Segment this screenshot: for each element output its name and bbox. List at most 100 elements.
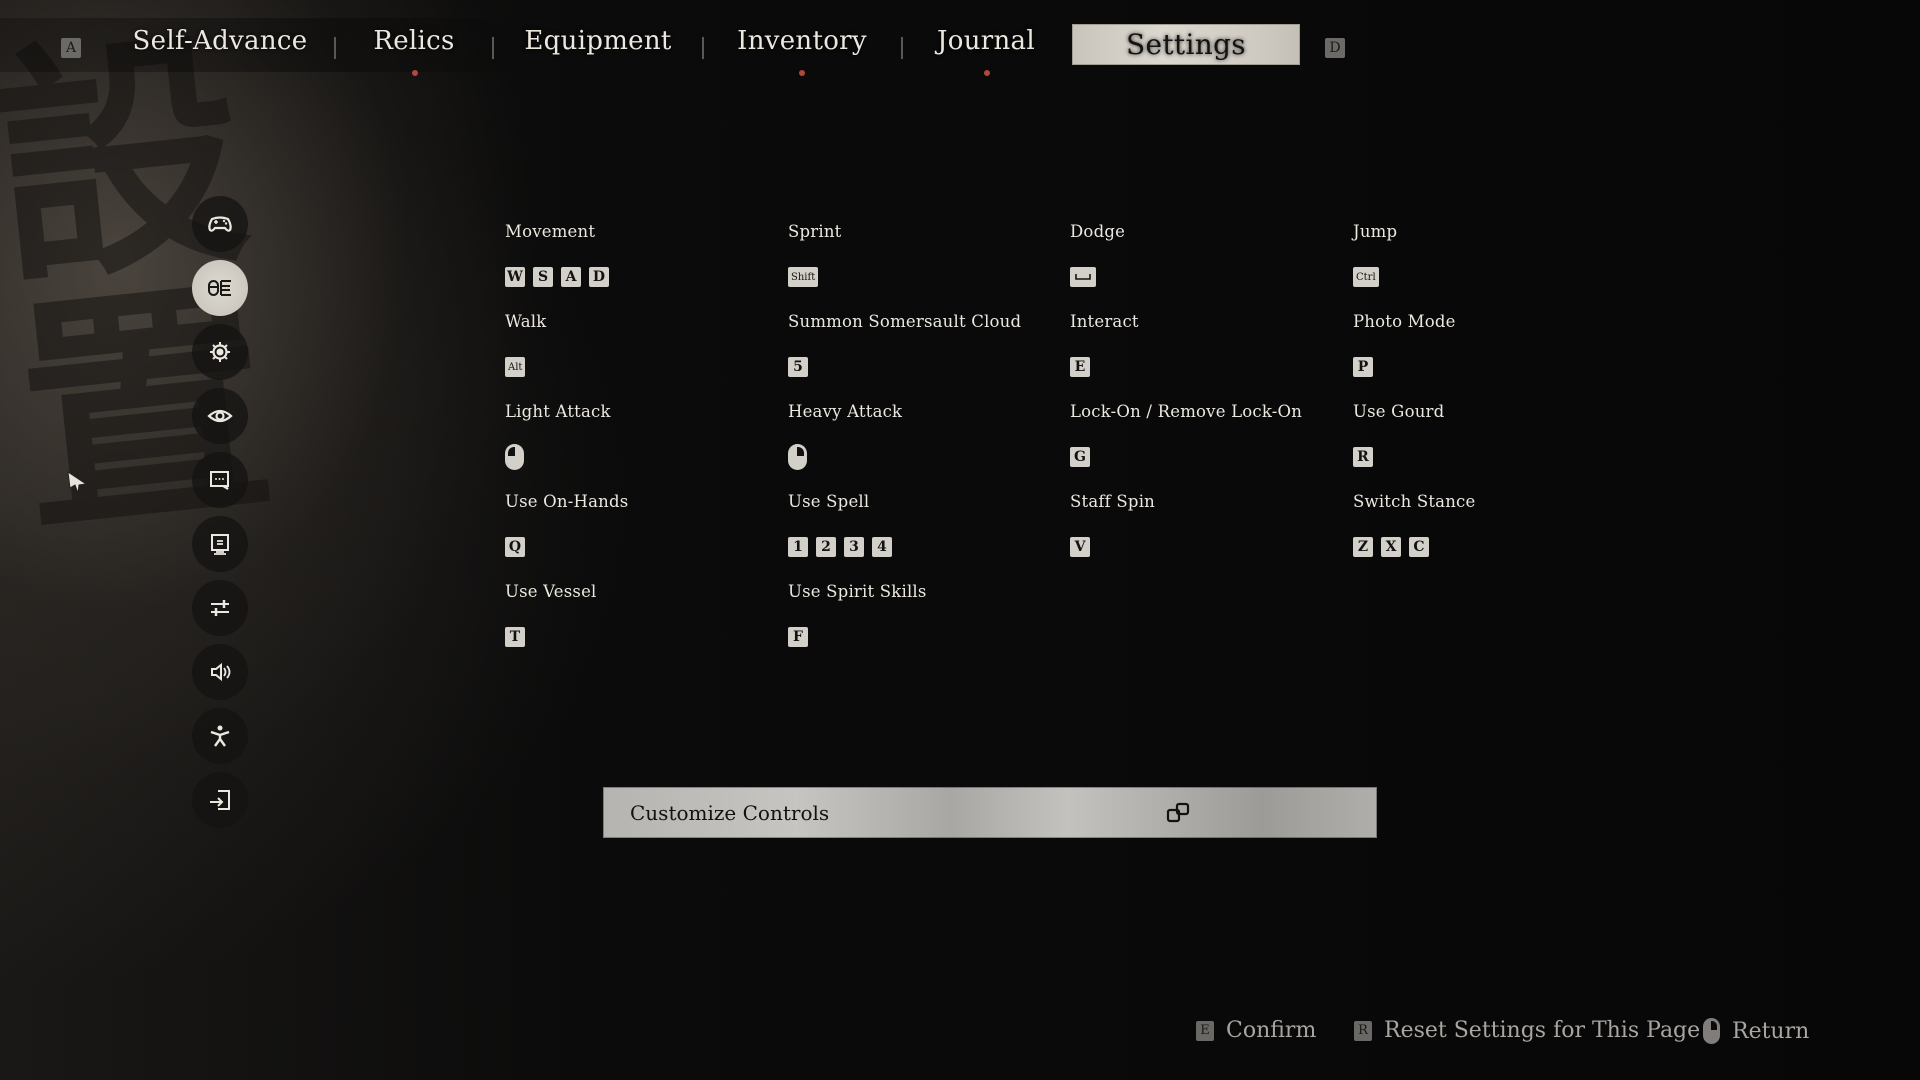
- key-cap: D: [589, 267, 609, 287]
- keybinding-label: Dodge: [1070, 222, 1126, 241]
- keybinding-keys: T: [505, 627, 525, 647]
- monitor-icon: [211, 534, 229, 555]
- keybinding-label: Heavy Attack: [788, 402, 903, 421]
- prev-tab-key-hint[interactable]: A: [61, 38, 81, 58]
- key-cap: Ctrl: [1353, 267, 1379, 287]
- key-cap: C: [1409, 537, 1429, 557]
- tab-self-advance[interactable]: Self-Advance: [133, 26, 308, 56]
- tab-separator: [702, 37, 704, 59]
- customize-controls-button[interactable]: Customize Controls: [603, 787, 1377, 838]
- key-cap: S: [533, 267, 553, 287]
- sidebar-item-display[interactable]: [192, 516, 248, 572]
- key-cap: 1: [788, 537, 808, 557]
- tab-separator: [492, 37, 494, 59]
- sidebar-item-graphics[interactable]: [192, 580, 248, 636]
- sidebar-item-keyboard-mouse[interactable]: [192, 260, 248, 316]
- keybinding-item[interactable]: Photo Mode P: [1353, 312, 1456, 377]
- spacebar-key-icon: [1070, 267, 1096, 287]
- keybinding-item[interactable]: Sprint Shift: [788, 222, 842, 287]
- top-navigation: A Self-Advance Relics Equipment Inventor…: [0, 0, 1920, 96]
- keybinding-item[interactable]: Summon Somersault Cloud 5: [788, 312, 1021, 377]
- key-cap: 3: [844, 537, 864, 557]
- keybinding-item[interactable]: Movement W S A D: [505, 222, 609, 287]
- sidebar-item-language[interactable]: [192, 452, 248, 508]
- key-cap: W: [505, 267, 525, 287]
- reset-key: R: [1354, 1020, 1372, 1041]
- external-window-icon: [1166, 802, 1190, 823]
- keybinding-item[interactable]: Use Gourd R: [1353, 402, 1444, 467]
- key-cap: 5: [788, 357, 808, 377]
- tab-relics[interactable]: Relics: [373, 26, 454, 56]
- keybinding-keys: R: [1353, 447, 1373, 467]
- keybinding-keys: V: [1070, 537, 1090, 557]
- key-cap: T: [505, 627, 525, 647]
- keybinding-item[interactable]: Staff Spin V: [1070, 492, 1155, 557]
- key-cap: 4: [872, 537, 892, 557]
- sliders-icon: [211, 600, 229, 616]
- key-cap: V: [1070, 537, 1090, 557]
- tab-equipment[interactable]: Equipment: [524, 26, 671, 56]
- key-cap: Alt: [505, 357, 526, 377]
- tab-journal[interactable]: Journal: [937, 26, 1035, 56]
- tab-settings[interactable]: Settings: [1072, 24, 1300, 65]
- keybinding-item[interactable]: Interact E: [1070, 312, 1139, 377]
- next-tab-key-hint[interactable]: D: [1325, 38, 1345, 58]
- key-cap: P: [1353, 357, 1373, 377]
- notification-dot: [412, 70, 418, 76]
- keybinding-keys: [788, 444, 807, 470]
- sidebar-item-camera[interactable]: [192, 388, 248, 444]
- keybinding-item[interactable]: Dodge: [1070, 222, 1126, 287]
- keybinding-keys: Shift: [788, 267, 819, 287]
- keybinding-keys: 1234: [788, 537, 892, 557]
- keybinding-item[interactable]: Lock-On / Remove Lock-On G: [1070, 402, 1302, 467]
- notification-dot: [984, 70, 990, 76]
- keybinding-label: Use Spell: [788, 492, 870, 511]
- keybinding-keys: Q: [505, 537, 525, 557]
- keybinding-item[interactable]: Use On-Hands Q: [505, 492, 629, 557]
- key-cap: E: [1070, 357, 1090, 377]
- gear-icon: [210, 342, 230, 362]
- keybinding-label: Walk: [505, 312, 547, 331]
- keybinding-item[interactable]: Use Spirit Skills F: [788, 582, 927, 647]
- return-button[interactable]: Return: [1703, 1018, 1809, 1044]
- tab-inventory[interactable]: Inventory: [737, 26, 867, 56]
- key-cap: 2: [816, 537, 836, 557]
- right-mouse-icon: [1703, 1018, 1720, 1044]
- key-cap: Z: [1353, 537, 1373, 557]
- keybinding-keys: ZXC: [1353, 537, 1429, 557]
- keybinding-keys: E: [1070, 357, 1090, 377]
- keybinding-item[interactable]: Heavy Attack: [788, 402, 903, 470]
- keybinding-keys: G: [1070, 447, 1090, 467]
- keybinding-item[interactable]: Switch Stance Z X C: [1353, 492, 1476, 557]
- keybinding-item[interactable]: Use Vessel T: [505, 582, 597, 647]
- keybinding-label: Use On-Hands: [505, 492, 629, 511]
- sidebar-item-accessibility[interactable]: [192, 708, 248, 764]
- reset-label: Reset Settings for This Page: [1384, 1018, 1701, 1043]
- sidebar-item-exit[interactable]: [192, 772, 248, 828]
- mouse-keyboard-icon: [208, 280, 231, 296]
- chat-bubble-icon: [210, 471, 229, 490]
- keybinding-keys: [1070, 267, 1096, 287]
- keybinding-label: Switch Stance: [1353, 492, 1476, 511]
- tab-separator: [901, 37, 903, 59]
- left-mouse-button-icon: [505, 444, 524, 470]
- key-cap: Shift: [788, 267, 819, 287]
- keybinding-label: Staff Spin: [1070, 492, 1155, 511]
- keybinding-item[interactable]: Use Spell 1 2 3 4: [788, 492, 892, 557]
- keybinding-label: Light Attack: [505, 402, 611, 421]
- sidebar-item-controller[interactable]: [192, 196, 248, 252]
- return-label: Return: [1732, 1018, 1810, 1044]
- keybinding-item[interactable]: Jump Ctrl: [1353, 222, 1398, 287]
- keybinding-item[interactable]: Walk Alt: [505, 312, 547, 377]
- keybinding-label: Movement: [505, 222, 596, 241]
- reset-settings-button[interactable]: R Reset Settings for This Page: [1354, 1018, 1700, 1043]
- sidebar-item-game[interactable]: [192, 324, 248, 380]
- customize-controls-label: Customize Controls: [630, 800, 830, 825]
- keybinding-keys: WSAD: [505, 267, 609, 287]
- keybinding-label: Jump: [1353, 222, 1398, 241]
- keybinding-item[interactable]: Light Attack: [505, 402, 611, 470]
- confirm-button[interactable]: E Confirm: [1196, 1018, 1316, 1043]
- keybinding-keys: Alt: [505, 357, 526, 377]
- keybinding-label: Interact: [1070, 312, 1139, 331]
- sidebar-item-audio[interactable]: [192, 644, 248, 700]
